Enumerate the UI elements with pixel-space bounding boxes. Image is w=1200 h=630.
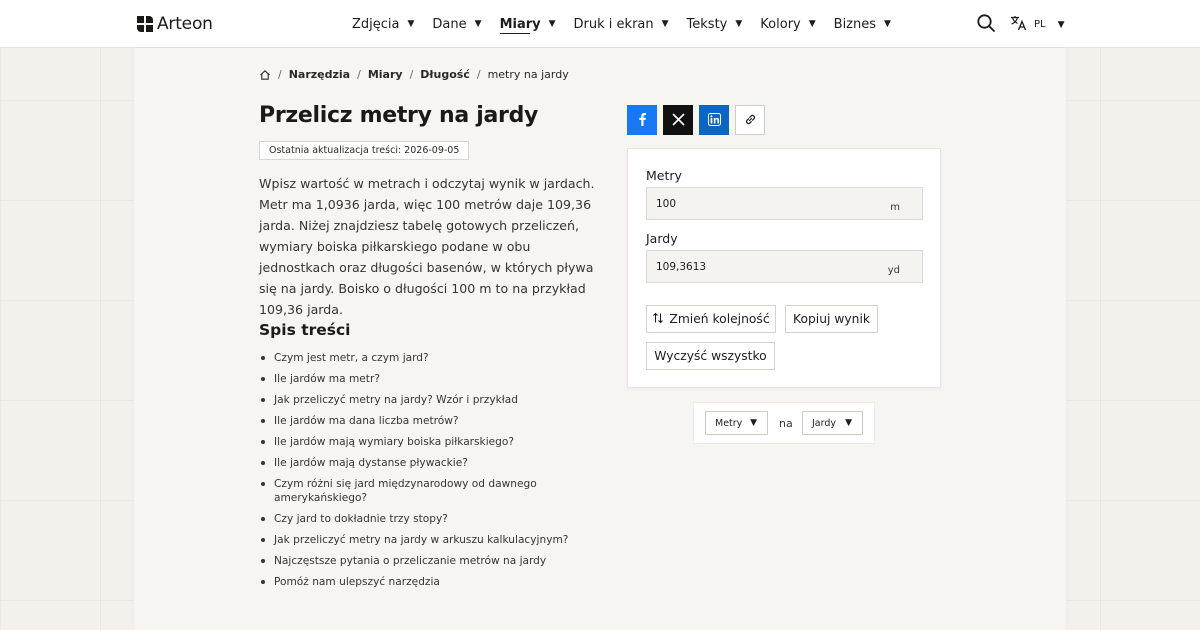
logo-text: Arteon xyxy=(157,14,213,34)
breadcrumb-current: metry na jardy xyxy=(487,68,569,81)
toc-link[interactable]: Najczęstsze pytania o przeliczanie metró… xyxy=(259,554,579,568)
nav-label: Dane xyxy=(432,16,467,32)
meters-unit: m xyxy=(890,202,900,213)
linkedin-icon xyxy=(707,111,721,130)
toc-link[interactable]: Ile jardów mają dystanse pływackie? xyxy=(259,456,579,470)
to-field-label: Jardy xyxy=(646,231,678,246)
linkedin-share-button[interactable] xyxy=(699,105,729,135)
toc-link[interactable]: Ile jardów ma metr? xyxy=(259,372,579,386)
home-icon[interactable] xyxy=(259,69,271,81)
from-unit-value: Metry xyxy=(715,417,743,429)
facebook-icon xyxy=(637,111,647,130)
caret-down-icon: ▼ xyxy=(735,19,743,29)
breadcrumb-separator: / xyxy=(278,68,282,81)
copy-result-label: Kopiuj wynik xyxy=(793,312,870,326)
facebook-share-button[interactable] xyxy=(627,105,657,135)
yards-input[interactable]: 109,3613 yd xyxy=(646,250,923,283)
caret-down-icon: ▼ xyxy=(407,19,415,29)
breadcrumb-separator: / xyxy=(357,68,361,81)
page-title: Przelicz metry na jardy xyxy=(259,103,539,128)
copy-link-button[interactable] xyxy=(735,105,765,135)
toc-link[interactable]: Czym różni się jard międzynarodowy od da… xyxy=(259,477,579,505)
nav-label: Biznes xyxy=(833,16,877,32)
caret-down-icon: ▼ xyxy=(548,19,556,29)
x-share-button[interactable] xyxy=(663,105,693,135)
yards-unit: yd xyxy=(887,265,900,276)
toc-link[interactable]: Jak przeliczyć metry na jardy? Wzór i pr… xyxy=(259,393,579,407)
toc-link[interactable]: Jak przeliczyć metry na jardy w arkuszu … xyxy=(259,533,579,547)
nav-item-zdjecia[interactable]: Zdjęcia ▼ xyxy=(352,0,414,48)
last-updated-badge: Ostatnia aktualizacja treści: 2026-09-05 xyxy=(259,141,470,160)
nav-label: Druk i ekran xyxy=(573,16,654,32)
nav-item-druk-i-ekran[interactable]: Druk i ekran ▼ xyxy=(574,0,669,48)
caret-down-icon: ▼ xyxy=(1057,19,1065,30)
nav-item-dane[interactable]: Dane ▼ xyxy=(432,0,481,48)
swap-units-button[interactable]: Zmień kolejność xyxy=(646,305,776,333)
unit-picker: Metry ▼ na Jardy ▼ xyxy=(693,402,875,444)
nav-label: Miary xyxy=(499,16,541,32)
toc-link[interactable]: Ile jardów mają wymiary boiska piłkarski… xyxy=(259,435,579,449)
link-icon xyxy=(744,111,757,130)
converter-panel: Metry 100 m Jardy 109,3613 yd Zmień kole… xyxy=(627,148,941,388)
swap-icon xyxy=(652,312,664,327)
nav-label: Zdjęcia xyxy=(352,16,400,32)
table-of-contents: Czym jest metr, a czym jard? Ile jardów … xyxy=(259,351,579,596)
toc-link[interactable]: Czy jard to dokładnie trzy stopy? xyxy=(259,512,579,526)
logo-mark-icon xyxy=(137,16,153,32)
meters-input[interactable]: 100 m xyxy=(646,187,923,220)
toc-title: Spis treści xyxy=(259,321,351,339)
breadcrumb-separator: / xyxy=(476,68,481,81)
to-unit-select[interactable]: Jardy ▼ xyxy=(802,411,863,435)
from-unit-select[interactable]: Metry ▼ xyxy=(705,411,768,435)
copy-result-button[interactable]: Kopiuj wynik xyxy=(785,305,878,333)
toc-link[interactable]: Pomóż nam ulepszyć narzędzia xyxy=(259,575,579,589)
nav-item-kolory[interactable]: Kolory ▼ xyxy=(760,0,815,48)
nav-item-biznes[interactable]: Biznes ▼ xyxy=(834,0,891,48)
breadcrumb-separator: / xyxy=(409,68,414,81)
main-nav: Zdjęcia ▼ Dane ▼ Miary ▼ Druk i ekran ▼ … xyxy=(352,0,909,48)
toc-link[interactable]: Ile jardów ma dana liczba metrów? xyxy=(259,414,579,428)
from-field-label: Metry xyxy=(646,168,682,183)
to-unit-value: Jardy xyxy=(812,417,837,429)
caret-down-icon: ▼ xyxy=(808,19,816,29)
toc-link[interactable]: Czym jest metr, a czym jard? xyxy=(259,351,579,365)
caret-down-icon: ▼ xyxy=(474,19,482,29)
breadcrumb-link-miary[interactable]: Miary xyxy=(368,68,403,81)
main-content: / Narzędzia / Miary / Długość / metry na… xyxy=(134,48,1066,630)
caret-down-icon: ▼ xyxy=(845,418,852,428)
top-navigation-bar: Arteon Zdjęcia ▼ Dane ▼ Miary ▼ Druk i e… xyxy=(0,0,1200,48)
caret-down-icon: ▼ xyxy=(750,418,757,428)
nav-item-miary[interactable]: Miary ▼ xyxy=(499,0,556,48)
intro-paragraph: Wpisz wartość w metrach i odczytaj wynik… xyxy=(259,176,595,317)
breadcrumb-link-dlugosc[interactable]: Długość xyxy=(420,68,470,81)
yards-input-value: 109,3613 xyxy=(656,261,707,273)
x-icon xyxy=(671,111,685,130)
clear-all-label: Wyczyść wszystko xyxy=(654,349,767,363)
caret-down-icon: ▼ xyxy=(661,19,669,29)
unit-connector: na xyxy=(779,417,793,430)
breadcrumb: / Narzędzia / Miary / Długość / metry na… xyxy=(259,68,569,81)
breadcrumb-link-narzedzia[interactable]: Narzędzia xyxy=(289,68,350,81)
language-switcher[interactable]: PL ▼ xyxy=(1010,15,1065,34)
translate-icon xyxy=(1010,15,1028,34)
meters-input-value: 100 xyxy=(656,198,677,210)
logo[interactable]: Arteon xyxy=(137,14,213,34)
caret-down-icon: ▼ xyxy=(884,19,891,29)
search-icon[interactable] xyxy=(976,13,998,35)
clear-all-button[interactable]: Wyczyść wszystko xyxy=(646,342,775,370)
nav-item-teksty[interactable]: Teksty ▼ xyxy=(687,0,743,48)
nav-label: Teksty xyxy=(686,16,728,32)
language-code: PL xyxy=(1034,19,1046,30)
swap-units-label: Zmień kolejność xyxy=(669,312,770,326)
share-buttons xyxy=(627,105,765,135)
nav-label: Kolory xyxy=(760,16,801,32)
